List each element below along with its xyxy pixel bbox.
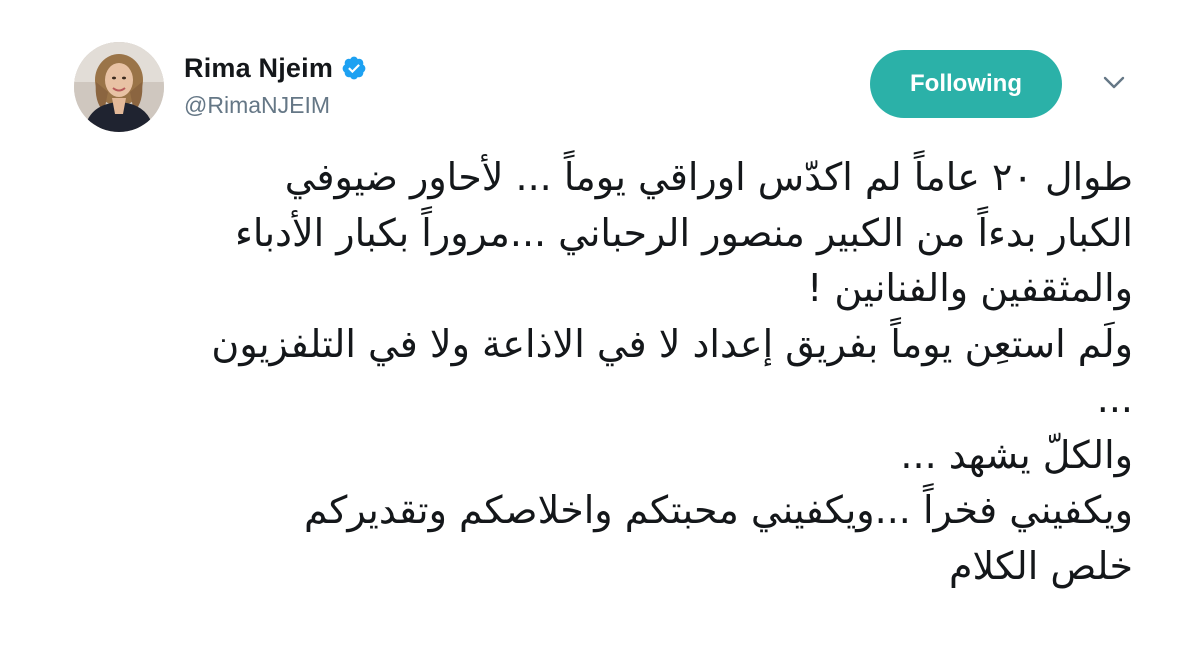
author-name-row[interactable]: Rima Njeim: [184, 50, 367, 86]
tweet-text-line: خلص الكلام: [948, 543, 1133, 588]
verified-badge-icon: [341, 55, 367, 81]
tweet-text-line: والمثقفين والفنانين !: [807, 266, 1133, 310]
chevron-down-icon[interactable]: [1100, 72, 1128, 94]
tweet-text-line: ويكفيني فخراً ...ويكفيني محبتكم واخلاصكم…: [303, 488, 1133, 532]
author-handle[interactable]: @RimaNJEIM: [184, 92, 330, 119]
tweet-text-line: الكبار بدءاً من الكبير منصور الرحباني ..…: [235, 210, 1133, 255]
tweet-text-line: والكلّ يشهد ...: [900, 432, 1133, 477]
avatar[interactable]: [74, 42, 164, 132]
tweet-text-line: طوال ٢٠ عاماً لم اكدّس اوراقي يوماً ... …: [284, 155, 1133, 199]
following-button[interactable]: Following: [870, 50, 1062, 118]
tweet-text-line: ولَم استعِن يوماً بفريق إعداد لا في الاذ…: [211, 321, 1133, 366]
tweet-card: Rima Njeim @RimaNJEIM Following طوال ٢٠ …: [0, 0, 1200, 661]
tweet-text-line: ...: [1096, 377, 1133, 421]
tweet-text: طوال ٢٠ عاماً لم اكدّس اوراقي يوماً ... …: [0, 150, 1133, 594]
author-display-name[interactable]: Rima Njeim: [184, 53, 333, 84]
